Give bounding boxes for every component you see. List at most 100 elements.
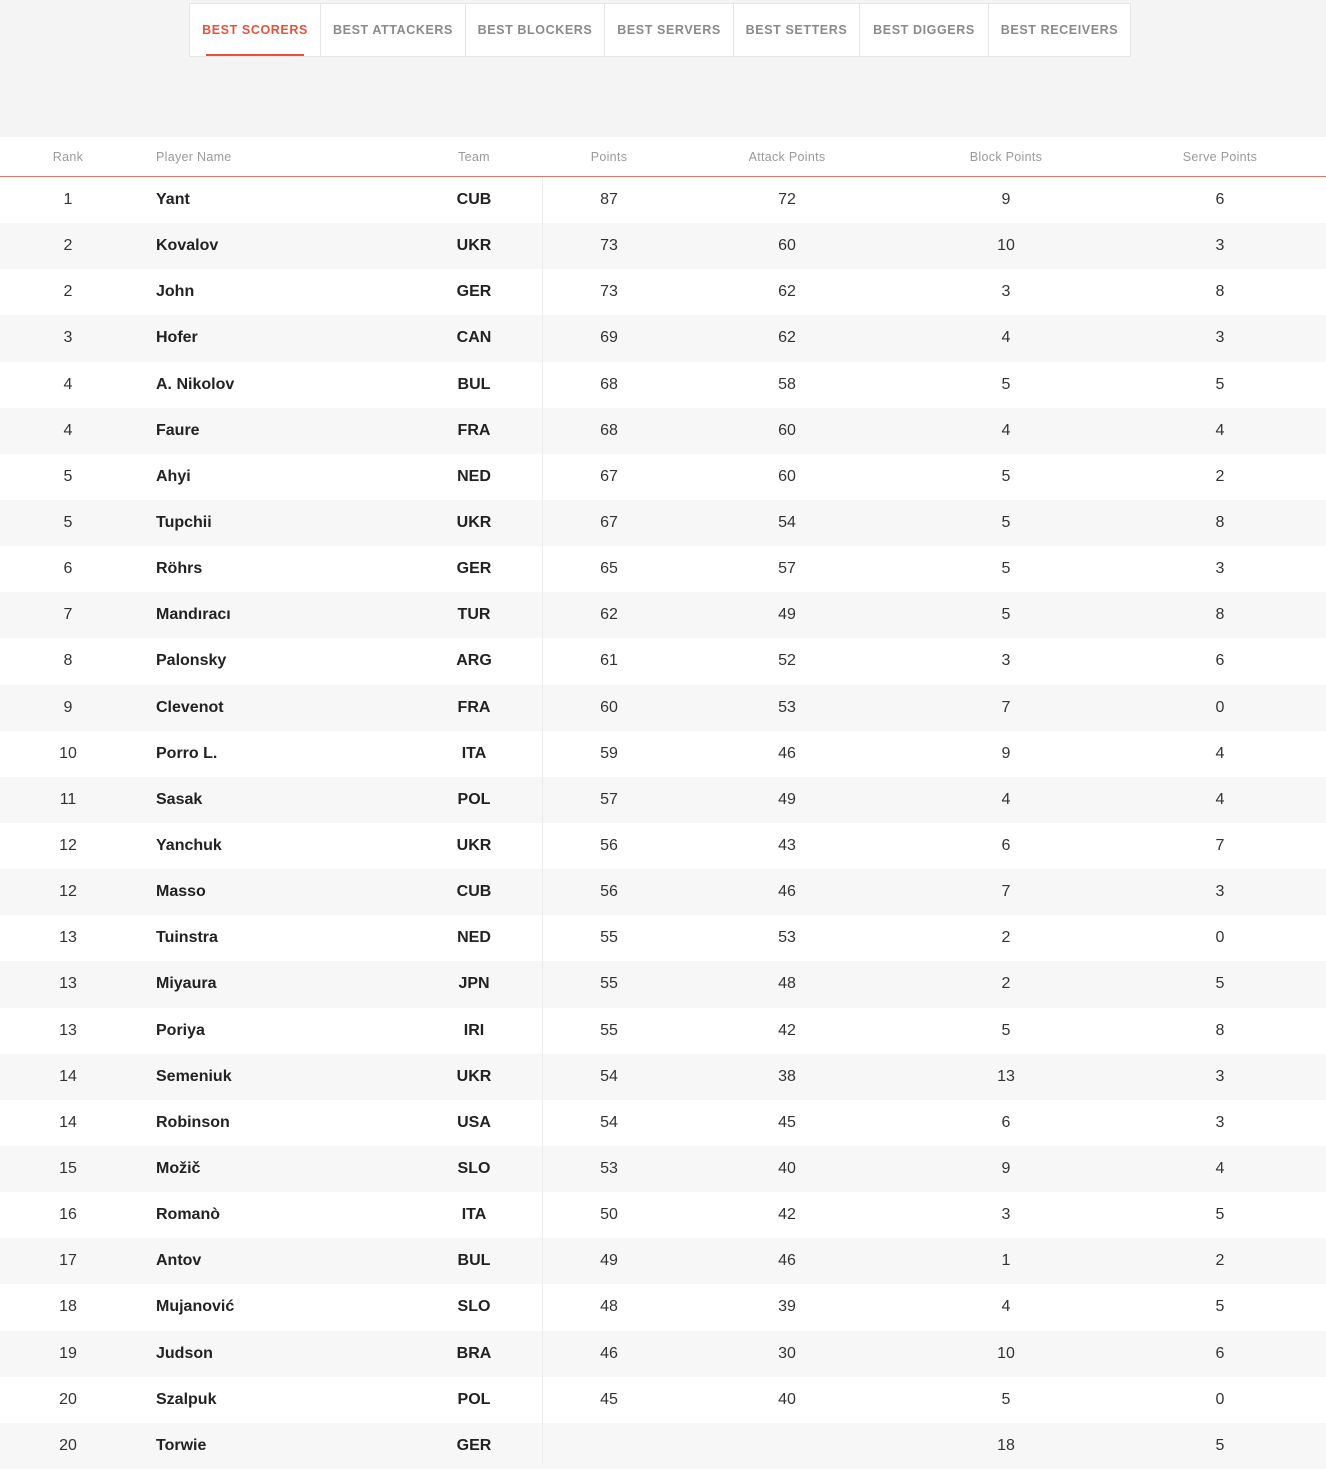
cell-player-name[interactable]: Možič: [136, 1160, 406, 1178]
cell-points: 68: [600, 421, 618, 439]
cell-points: 56: [600, 883, 618, 901]
cell-player-name[interactable]: Mandıracı: [136, 606, 406, 624]
table-row: 5 Ahyi NED 67 60 5 2: [0, 454, 1326, 500]
cell-player-name[interactable]: Robinson: [136, 1114, 406, 1132]
cell-block-points: 4: [1001, 1298, 1011, 1316]
cell-player-name[interactable]: Masso: [136, 883, 406, 901]
cell-team: UKR: [456, 1067, 492, 1085]
cell-rank: 13: [59, 975, 77, 993]
cell-team: POL: [457, 790, 491, 808]
cell-team: JPN: [458, 975, 490, 993]
cell-player-name[interactable]: Antov: [136, 1252, 406, 1270]
column-divider: [542, 177, 543, 1465]
cell-player-name[interactable]: Kovalov: [136, 237, 406, 255]
cell-team: BRA: [456, 1344, 492, 1362]
cell-team: NED: [457, 929, 491, 947]
cell-player-name[interactable]: Yanchuk: [136, 837, 406, 855]
header-serve-points[interactable]: Serve Points: [1114, 150, 1326, 164]
table-row: 14 Semeniuk UKR 54 38 13 3: [0, 1053, 1326, 1100]
cell-player-name[interactable]: Poriya: [136, 1022, 406, 1040]
cell-serve-points: 8: [1215, 1021, 1225, 1039]
table-row: 8 Palonsky ARG 61 52 3 6: [0, 638, 1326, 684]
cell-points: 48: [600, 1298, 618, 1316]
cell-block-points: 13: [997, 1067, 1015, 1085]
cell-team: POL: [457, 1390, 491, 1408]
header-block-points[interactable]: Block Points: [898, 150, 1114, 164]
table-row: 11 Sasak POL 57 49 4 4: [0, 776, 1326, 823]
cell-player-name[interactable]: Tuinstra: [136, 929, 406, 947]
table-row: 9 Clevenot FRA 60 53 7 0: [0, 684, 1326, 731]
cell-serve-points: 6: [1215, 652, 1225, 670]
cell-serve-points: 5: [1215, 975, 1225, 993]
table-row: 7 Mandıracı TUR 62 49 5 8: [0, 592, 1326, 639]
cell-block-points: 3: [1001, 652, 1011, 670]
cell-player-name[interactable]: Hofer: [136, 329, 406, 347]
cell-points: 60: [600, 698, 618, 716]
cell-player-name[interactable]: John: [136, 283, 406, 301]
cell-points: 49: [600, 1252, 618, 1270]
table-row: 1 Yant CUB 87 72 9 6: [0, 177, 1326, 223]
cell-points: 59: [600, 744, 618, 762]
cell-player-name[interactable]: Miyaura: [136, 975, 406, 993]
cell-player-name[interactable]: Tupchii: [136, 514, 406, 532]
cell-team: SLO: [457, 1298, 491, 1316]
tab-best-blockers[interactable]: BEST BLOCKERS: [466, 4, 605, 56]
cell-serve-points: 0: [1215, 698, 1225, 716]
tab-best-setters[interactable]: BEST SETTERS: [734, 4, 860, 56]
table-row: 4 A. Nikolov BUL 68 58 5 5: [0, 362, 1326, 408]
cell-block-points: 5: [1001, 1021, 1011, 1039]
cell-player-name[interactable]: Röhrs: [136, 560, 406, 578]
cell-attack-points: 40: [778, 1160, 796, 1178]
tab-best-attackers[interactable]: BEST ATTACKERS: [321, 4, 466, 56]
header-attack-points[interactable]: Attack Points: [676, 150, 898, 164]
cell-player-name[interactable]: Mujanović: [136, 1298, 406, 1316]
header-points[interactable]: Points: [542, 150, 676, 164]
cell-serve-points: 4: [1215, 1160, 1225, 1178]
cell-serve-points: 4: [1215, 744, 1225, 762]
cell-team: UKR: [456, 837, 492, 855]
cell-player-name[interactable]: Szalpuk: [136, 1391, 406, 1409]
cell-rank: 14: [59, 1113, 77, 1131]
cell-rank: 18: [59, 1298, 77, 1316]
cell-team: FRA: [457, 421, 491, 439]
cell-points: 50: [600, 1206, 618, 1224]
cell-player-name[interactable]: Sasak: [136, 791, 406, 809]
cell-attack-points: 46: [778, 1252, 796, 1270]
cell-team: GER: [456, 283, 492, 301]
cell-rank: 4: [63, 375, 73, 393]
tab-best-diggers[interactable]: BEST DIGGERS: [860, 4, 989, 56]
cell-player-name[interactable]: Torwie: [136, 1437, 406, 1455]
cell-attack-points: 42: [778, 1206, 796, 1224]
cell-serve-points: 0: [1215, 1390, 1225, 1408]
header-team[interactable]: Team: [406, 150, 542, 164]
cell-points: 87: [600, 191, 618, 209]
cell-player-name[interactable]: Ahyi: [136, 468, 406, 486]
cell-player-name[interactable]: Faure: [136, 422, 406, 440]
cell-rank: 5: [63, 467, 73, 485]
cell-rank: 5: [63, 514, 73, 532]
cell-player-name[interactable]: Porro L.: [136, 745, 406, 763]
cell-rank: 20: [59, 1436, 77, 1454]
cell-player-name[interactable]: A. Nikolov: [136, 376, 406, 394]
cell-player-name[interactable]: Clevenot: [136, 699, 406, 717]
header-player-name[interactable]: Player Name: [136, 150, 406, 164]
cell-rank: 12: [59, 883, 77, 901]
header-rank[interactable]: Rank: [0, 150, 136, 164]
tab-best-receivers[interactable]: BEST RECEIVERS: [989, 4, 1130, 56]
cell-rank: 1: [63, 191, 73, 209]
cell-team: TUR: [457, 606, 491, 624]
tab-best-scorers[interactable]: BEST SCORERS: [190, 4, 321, 56]
table-row: 14 Robinson USA 54 45 6 3: [0, 1100, 1326, 1146]
tab-best-servers[interactable]: BEST SERVERS: [605, 4, 734, 56]
cell-rank: 12: [59, 837, 77, 855]
cell-player-name[interactable]: Romanò: [136, 1206, 406, 1224]
cell-serve-points: 3: [1215, 1067, 1225, 1085]
cell-player-name[interactable]: Judson: [136, 1345, 406, 1363]
cell-block-points: 3: [1001, 283, 1011, 301]
cell-attack-points: 49: [778, 606, 796, 624]
cell-player-name[interactable]: Semeniuk: [136, 1068, 406, 1086]
cell-player-name[interactable]: Yant: [136, 191, 406, 209]
table-row: 5 Tupchii UKR 67 54 5 8: [0, 499, 1326, 547]
cell-rank: 2: [63, 237, 73, 255]
cell-player-name[interactable]: Palonsky: [136, 652, 406, 670]
